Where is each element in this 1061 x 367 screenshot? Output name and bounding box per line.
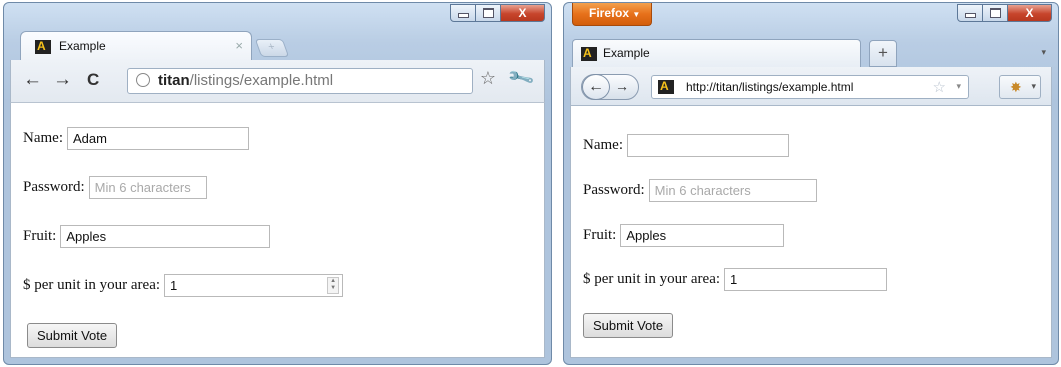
omnibox[interactable]: titan/listings/example.html	[127, 68, 473, 94]
name-row: Name: Adam	[23, 125, 249, 151]
minimize-button[interactable]	[957, 4, 983, 22]
maximize-icon	[482, 8, 494, 18]
vote-form: Name: Password: Min 6 characters Fruit: …	[571, 106, 1051, 357]
submit-vote-button[interactable]: Submit Vote	[27, 323, 118, 348]
price-label: $ per unit in your area:	[23, 276, 161, 293]
fruit-label: Fruit:	[23, 227, 57, 244]
close-button[interactable]: X	[501, 4, 545, 22]
password-row: Password: Min 6 characters	[23, 174, 207, 200]
list-all-tabs-icon[interactable]: ▾	[1041, 47, 1046, 58]
reload-button[interactable]: C	[87, 69, 99, 91]
name-label: Name:	[23, 129, 63, 146]
maximize-icon	[989, 8, 1001, 18]
url-text: titan/listings/example.html	[158, 72, 333, 89]
minimize-button[interactable]	[450, 4, 476, 22]
password-input[interactable]: Min 6 characters	[88, 175, 207, 199]
close-icon: X	[518, 6, 527, 20]
firefox-page-content: Name: Password: Min 6 characters Fruit: …	[570, 105, 1052, 358]
chrome-toolbar: ← → C titan/listings/example.html ☆ 🔧	[10, 60, 545, 102]
nav-buttons: ← →	[581, 74, 639, 100]
back-arrow-icon: ←	[588, 78, 604, 95]
spinner-arrows-icon[interactable]: ▲ ▼	[327, 276, 340, 294]
close-icon: X	[1025, 6, 1034, 20]
password-label: Password:	[23, 178, 85, 195]
password-row: Password: Min 6 characters	[583, 177, 817, 203]
url-bar[interactable]: http://titan/listings/example.html ☆ ▾	[651, 75, 969, 99]
plus-icon: +	[266, 41, 278, 53]
url-path: /listings/example.html	[189, 72, 334, 89]
url-history-dropdown-icon[interactable]: ▾	[956, 81, 961, 92]
addon-button[interactable]: ✸ ▾	[999, 75, 1041, 99]
price-number-input[interactable]: 1 ▲ ▼	[164, 273, 344, 297]
url-text: http://titan/listings/example.html	[686, 80, 854, 94]
firefox-toolbar: ← → http://titan/listings/example.html ☆…	[570, 67, 1052, 105]
new-tab-button[interactable]: +	[254, 39, 290, 57]
password-label: Password:	[583, 181, 645, 198]
firefox-window: Firefox ▼ X Example + ▾ ← → http://titan…	[563, 2, 1059, 365]
firefox-menu-button[interactable]: Firefox ▼	[572, 3, 652, 26]
chrome-page-content: Name: Adam Password: Min 6 characters Fr…	[10, 102, 545, 358]
maximize-button[interactable]	[476, 4, 501, 22]
tab-title: Example	[59, 39, 106, 53]
tab-title: Example	[603, 46, 650, 60]
fruit-row: Fruit: Apples	[23, 223, 271, 249]
price-row: $ per unit in your area: 1 ▲ ▼	[23, 272, 344, 298]
name-input[interactable]	[626, 133, 789, 157]
forward-button[interactable]: →	[615, 78, 629, 94]
fruit-label: Fruit:	[583, 226, 617, 243]
fruit-input[interactable]: Apples	[60, 224, 271, 248]
tab-example[interactable]: Example ×	[20, 31, 252, 61]
globe-icon	[136, 73, 150, 87]
addon-icon: ✸	[1010, 79, 1022, 95]
fruit-input[interactable]: Apples	[620, 223, 785, 247]
bookmark-star-icon[interactable]: ☆	[480, 68, 496, 89]
name-row: Name:	[583, 132, 789, 158]
close-button[interactable]: X	[1008, 4, 1052, 22]
site-favicon-icon	[581, 46, 597, 61]
name-label: Name:	[583, 136, 623, 153]
site-favicon-icon	[35, 40, 51, 54]
chevron-down-icon: ▼	[632, 10, 641, 19]
chevron-down-icon: ▾	[1031, 81, 1036, 91]
firefox-menu-label: Firefox	[589, 6, 630, 20]
minimize-icon	[964, 13, 976, 18]
url-host: titan	[158, 72, 190, 89]
price-input[interactable]: 1	[724, 267, 888, 291]
new-tab-button[interactable]: +	[869, 40, 897, 67]
vote-form: Name: Adam Password: Min 6 characters Fr…	[11, 103, 544, 357]
name-input[interactable]: Adam	[66, 126, 249, 150]
price-row: $ per unit in your area: 1	[583, 266, 888, 292]
price-value: 1	[170, 277, 178, 293]
tab-example[interactable]: Example	[572, 39, 861, 67]
fruit-row: Fruit: Apples	[583, 222, 785, 248]
chrome-window: X Example × + ← → C titan/listings/examp…	[3, 2, 552, 365]
plus-icon: +	[878, 43, 888, 62]
chrome-window-controls: X	[450, 4, 545, 22]
wrench-icon[interactable]: 🔧	[506, 64, 536, 93]
forward-button[interactable]: →	[53, 69, 72, 91]
back-button[interactable]: ←	[582, 74, 610, 100]
submit-vote-button[interactable]: Submit Vote	[583, 313, 674, 338]
price-label: $ per unit in your area:	[583, 270, 721, 287]
back-button[interactable]: ←	[23, 69, 42, 91]
minimize-icon	[457, 13, 469, 18]
bookmark-star-icon[interactable]: ☆	[933, 78, 946, 96]
firefox-window-controls: X	[957, 4, 1052, 22]
maximize-button[interactable]	[983, 4, 1008, 22]
tab-close-icon[interactable]: ×	[235, 38, 243, 53]
password-input[interactable]: Min 6 characters	[648, 178, 817, 202]
site-favicon-icon	[658, 79, 674, 94]
